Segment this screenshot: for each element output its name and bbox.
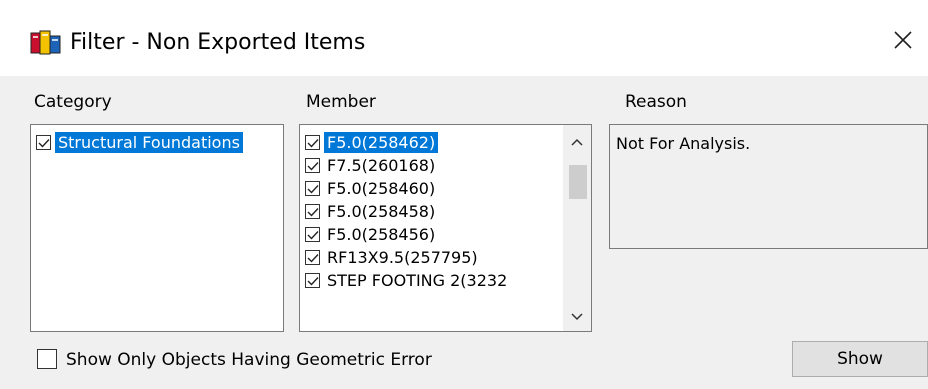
- check-icon: [38, 138, 50, 148]
- member-label: Member: [306, 92, 376, 112]
- title-bar: Filter - Non Exported Items: [0, 0, 928, 76]
- check-icon: [307, 276, 319, 286]
- check-icon: [307, 138, 319, 148]
- check-icon: [307, 184, 319, 194]
- geometric-error-checkbox[interactable]: [37, 349, 57, 369]
- member-item[interactable]: STEP FOOTING 2(3232: [305, 269, 591, 292]
- member-item-label: F5.0(258462): [324, 132, 439, 153]
- category-item-checkbox[interactable]: [36, 135, 51, 150]
- member-item-checkbox[interactable]: [305, 250, 320, 265]
- category-label: Category: [34, 92, 112, 112]
- member-item-checkbox[interactable]: [305, 181, 320, 196]
- reason-text: Not For Analysis.: [616, 134, 751, 153]
- member-item-checkbox[interactable]: [305, 158, 320, 173]
- member-item[interactable]: F5.0(258456): [305, 223, 591, 246]
- member-item-checkbox[interactable]: [305, 227, 320, 242]
- member-item[interactable]: F7.5(260168): [305, 154, 591, 177]
- category-item-label: Structural Foundations: [55, 132, 243, 153]
- chevron-up-icon: [571, 138, 583, 146]
- member-item-label: F5.0(258460): [327, 179, 436, 198]
- check-icon: [307, 253, 319, 263]
- close-button[interactable]: [878, 10, 928, 70]
- member-item-checkbox[interactable]: [305, 273, 320, 288]
- close-icon: [894, 31, 912, 49]
- check-icon: [307, 161, 319, 171]
- scroll-up-button[interactable]: [563, 128, 591, 156]
- category-item[interactable]: Structural Foundations: [36, 131, 283, 154]
- scroll-down-button[interactable]: [563, 303, 591, 331]
- filter-dialog: Filter - Non Exported Items Category Mem…: [0, 0, 928, 389]
- category-list[interactable]: Structural Foundations: [30, 124, 284, 332]
- member-item-label: F5.0(258458): [327, 202, 436, 221]
- app-icon: [30, 30, 64, 56]
- member-item[interactable]: RF13X9.5(257795): [305, 246, 591, 269]
- scroll-thumb[interactable]: [569, 165, 587, 199]
- member-item-label: STEP FOOTING 2(3232: [327, 271, 508, 290]
- member-item-label: F7.5(260168): [327, 156, 436, 175]
- member-item-checkbox[interactable]: [305, 135, 320, 150]
- show-button[interactable]: Show: [792, 341, 928, 377]
- member-item[interactable]: F5.0(258462): [305, 131, 591, 154]
- member-item[interactable]: F5.0(258458): [305, 200, 591, 223]
- member-item-checkbox[interactable]: [305, 204, 320, 219]
- member-list[interactable]: F5.0(258462) F7.5(260168) F5.0(258460) F5.0…: [299, 124, 592, 332]
- member-item-label: F5.0(258456): [327, 225, 436, 244]
- reason-box: Not For Analysis.: [609, 124, 928, 249]
- member-item-label: RF13X9.5(257795): [327, 248, 478, 267]
- member-item[interactable]: F5.0(258460): [305, 177, 591, 200]
- chevron-down-icon: [571, 313, 583, 321]
- check-icon: [307, 207, 319, 217]
- geometric-error-label: Show Only Objects Having Geometric Error: [66, 350, 432, 370]
- reason-label: Reason: [625, 92, 687, 112]
- window-title: Filter - Non Exported Items: [70, 30, 366, 55]
- member-scrollbar[interactable]: [563, 125, 591, 331]
- check-icon: [307, 230, 319, 240]
